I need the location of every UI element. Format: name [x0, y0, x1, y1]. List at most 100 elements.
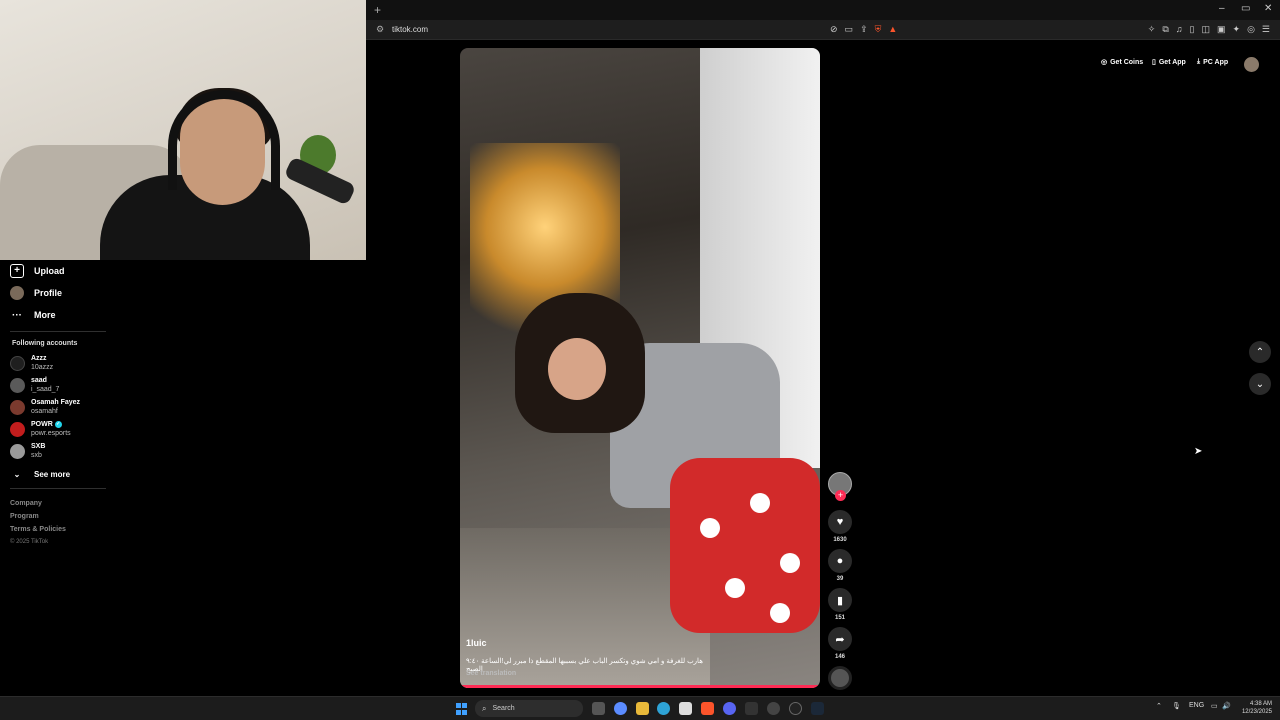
- following-accounts-title: Following accounts: [12, 340, 78, 347]
- pc-app-button[interactable]: ⤓ PC App: [1197, 58, 1228, 66]
- extensions-icon[interactable]: ✧: [1148, 24, 1156, 35]
- download-icon: ⤓: [1197, 58, 1201, 65]
- brave-rewards-icon[interactable]: ▲: [888, 24, 897, 35]
- account-name: SXB: [31, 443, 46, 450]
- reader-mode-icon[interactable]: ⊘: [830, 24, 838, 35]
- brave-shield-icon[interactable]: ⛨: [875, 24, 882, 35]
- screenshot-icon[interactable]: ⧉: [1162, 24, 1168, 35]
- video-progress-bar[interactable]: [460, 685, 820, 688]
- music-disc[interactable]: [828, 666, 852, 690]
- previous-video-button[interactable]: ⌃: [1249, 341, 1271, 363]
- share-icon[interactable]: ⇪: [860, 24, 868, 35]
- file-explorer-icon[interactable]: [636, 702, 649, 715]
- clock-time: 4:38 AM: [1249, 701, 1272, 707]
- media-icon[interactable]: ♫: [1176, 24, 1183, 35]
- sidebar-divider: [10, 488, 106, 489]
- volume-icon[interactable]: 🔊: [1222, 702, 1231, 710]
- taskbar-search-label: Search: [492, 705, 515, 712]
- nav-upload[interactable]: + Upload: [10, 264, 65, 278]
- chevron-down-icon: ⌄: [13, 469, 21, 479]
- app-icon[interactable]: [789, 702, 802, 715]
- next-video-button[interactable]: ⌄: [1249, 373, 1271, 395]
- account-item[interactable]: POWR ✓ powr.esports: [10, 420, 71, 438]
- account-item[interactable]: Azzz 10azzz: [10, 354, 53, 372]
- video-face: [548, 338, 606, 400]
- minimize-button[interactable]: –: [1219, 3, 1225, 14]
- site-settings-icon[interactable]: ⚙: [376, 24, 384, 35]
- account-item[interactable]: saad i_saad_7: [10, 376, 59, 394]
- get-app-label: Get App: [1158, 58, 1186, 66]
- account-username: i_saad_7: [31, 386, 60, 393]
- footer-company[interactable]: Company: [10, 500, 42, 507]
- phone-icon: ▯: [1152, 59, 1156, 66]
- steam-icon[interactable]: [811, 702, 824, 715]
- url-box[interactable]: ⚙ tiktok.com ⊘ ▭ ⇪ ⛨ ▲ ✧ ⧉ ♫ ▯ ◫ ▣ ✦ ◎ ☰: [370, 22, 1276, 38]
- see-translation-link[interactable]: See translation: [466, 670, 516, 677]
- webcam-overlay: [0, 0, 366, 260]
- wallet-icon[interactable]: ▣: [1217, 24, 1226, 35]
- account-username: osamahf: [31, 408, 58, 415]
- footer-terms[interactable]: Terms & Policies: [10, 526, 66, 533]
- account-username: 10azzz: [31, 364, 54, 371]
- obs-icon[interactable]: [767, 702, 780, 715]
- account-avatar: [10, 443, 25, 459]
- sidebar-divider: [10, 331, 106, 332]
- save-button[interactable]: ▮: [828, 588, 852, 612]
- account-item[interactable]: Osamah Fayez osamahf: [10, 398, 80, 416]
- menu-icon[interactable]: ☰: [1262, 24, 1270, 35]
- account-avatar: [10, 355, 25, 371]
- task-view-icon[interactable]: [592, 702, 605, 715]
- chevron-up-icon: ⌃: [1255, 346, 1265, 358]
- follow-button[interactable]: +: [835, 490, 846, 501]
- close-window-button[interactable]: ✕: [1264, 3, 1272, 14]
- taskbar-search[interactable]: ⌕ Search: [475, 700, 583, 717]
- like-count: 1630: [833, 537, 847, 543]
- share-count: 146: [834, 654, 845, 660]
- get-app-button[interactable]: ▯ Get App: [1152, 58, 1186, 67]
- sidebar-icon[interactable]: ▯: [1190, 24, 1195, 35]
- tray-overflow-icon[interactable]: ⌃: [1156, 702, 1162, 710]
- start-button[interactable]: [456, 703, 468, 715]
- brave-icon[interactable]: [701, 702, 714, 715]
- split-view-icon[interactable]: ◫: [1201, 24, 1210, 35]
- share-button[interactable]: ➦: [828, 627, 852, 651]
- nav-more-label: More: [34, 310, 56, 320]
- comment-button[interactable]: ●: [828, 549, 852, 573]
- nav-profile[interactable]: Profile: [10, 286, 62, 300]
- network-icon[interactable]: ▭: [1211, 702, 1218, 710]
- get-coins-button[interactable]: ◎ Get Coins: [1101, 58, 1143, 67]
- profile-avatar[interactable]: [1244, 57, 1259, 72]
- store-icon[interactable]: [679, 702, 692, 715]
- like-button[interactable]: ♥: [828, 510, 852, 534]
- clock-date: 12/23/2025: [1241, 709, 1272, 715]
- footer-program[interactable]: Program: [10, 513, 39, 520]
- edge-icon[interactable]: [657, 702, 670, 715]
- nav-more[interactable]: ··· More: [10, 308, 56, 322]
- account-username: sxb: [31, 452, 42, 459]
- cast-icon[interactable]: ▭: [845, 24, 854, 35]
- discord-icon[interactable]: [723, 702, 736, 715]
- language-indicator[interactable]: ENG: [1189, 702, 1204, 709]
- copilot-icon[interactable]: [614, 702, 627, 715]
- account-avatar: [10, 421, 25, 437]
- url-text[interactable]: tiktok.com: [392, 25, 428, 34]
- terminal-icon[interactable]: [745, 702, 758, 715]
- see-more-button[interactable]: ⌄ See more: [10, 467, 70, 481]
- new-tab-button[interactable]: +: [374, 3, 381, 17]
- account-name: Osamah Fayez: [31, 399, 81, 406]
- video-polka-dot: [725, 578, 745, 598]
- mouse-cursor-icon: ➤: [1194, 446, 1203, 457]
- windows-taskbar: ⌕ Search ⌃ 🎙 ENG ▭ 🔊 4:38 AM 12/23/2025: [0, 696, 1280, 720]
- leo-ai-icon[interactable]: ✦: [1233, 24, 1241, 35]
- video-author[interactable]: 1luic: [466, 638, 487, 648]
- restore-button[interactable]: ▭: [1241, 3, 1250, 14]
- video-polka-dot: [780, 553, 800, 573]
- vpn-icon[interactable]: ◎: [1247, 24, 1255, 35]
- nav-profile-label: Profile: [34, 288, 63, 298]
- headphones: [168, 90, 280, 190]
- copyright: © 2025 TikTok: [10, 539, 49, 545]
- video-player[interactable]: 1luic هارب للغرفة و امي شوي وتكسر الباب …: [460, 48, 820, 688]
- microphone-icon[interactable]: 🎙: [1172, 702, 1181, 710]
- account-item[interactable]: SXB sxb: [10, 442, 45, 460]
- system-clock[interactable]: 4:38 AM 12/23/2025: [1236, 700, 1272, 716]
